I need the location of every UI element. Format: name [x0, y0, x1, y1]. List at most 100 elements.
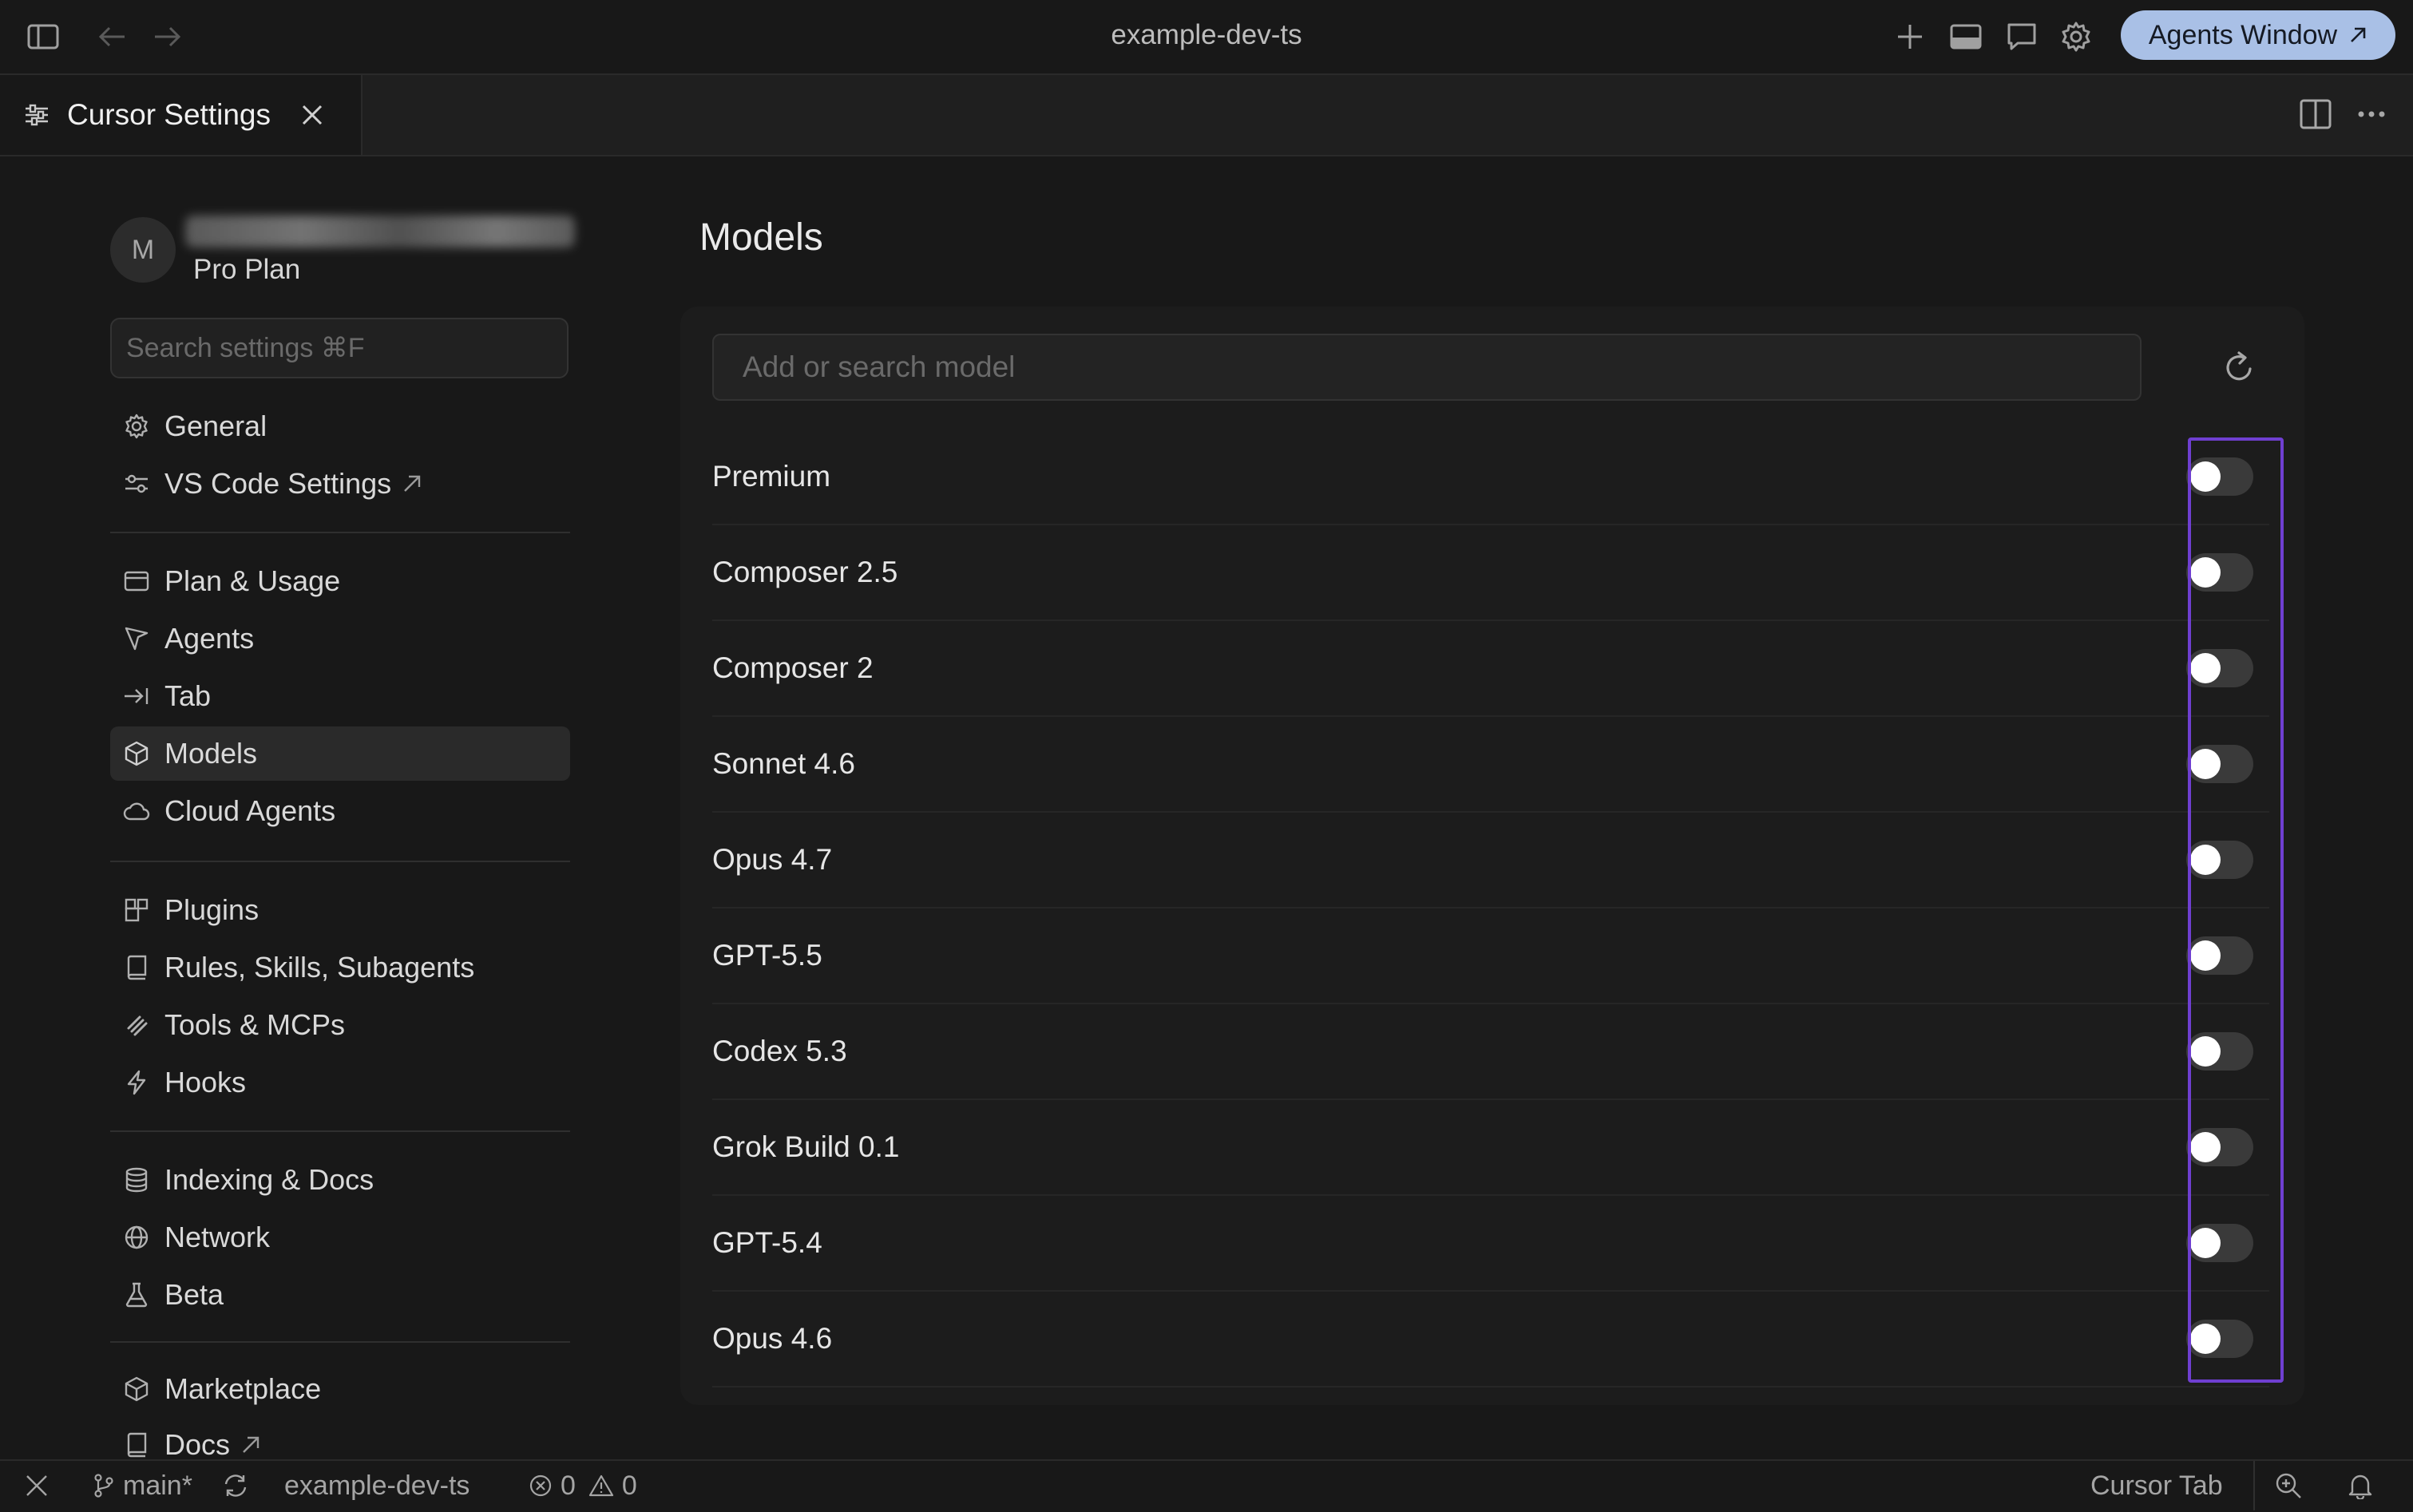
model-name: GPT-5.5	[712, 939, 822, 972]
nav-label-cloud-agents: Cloud Agents	[164, 794, 336, 827]
nav-item-agents[interactable]: Agents	[110, 612, 570, 666]
agents-window-button[interactable]: Agents Window	[2121, 10, 2395, 60]
nav-item-tools-mcps[interactable]: Tools & MCPs	[110, 998, 570, 1052]
tab-label: Cursor Settings	[67, 98, 271, 131]
model-name: Opus 4.7	[712, 843, 833, 876]
external-link-icon	[241, 1435, 260, 1455]
nav-label-tools: Tools & MCPs	[164, 1008, 346, 1041]
model-name: Premium	[712, 460, 831, 493]
sync-icon[interactable]	[222, 1461, 249, 1510]
editor-tab-bar: Cursor Settings	[0, 75, 2413, 156]
external-arrow-icon	[2348, 26, 2367, 45]
nav-item-beta[interactable]: Beta	[110, 1268, 570, 1322]
problems-indicator[interactable]: 0 0	[529, 1461, 637, 1510]
tab-cursor-settings[interactable]: Cursor Settings	[0, 75, 363, 155]
project-name[interactable]: example-dev-ts	[284, 1461, 470, 1510]
settings-gear-icon[interactable]	[2058, 19, 2094, 54]
tools-icon	[123, 1011, 150, 1039]
nav-label-docs: Docs	[164, 1428, 231, 1461]
model-search-input[interactable]	[712, 334, 2142, 401]
cloud-icon	[123, 798, 150, 825]
nav-label-marketplace: Marketplace	[164, 1372, 322, 1405]
docs-book-icon	[123, 1431, 150, 1459]
model-row: Opus 4.7	[712, 813, 2269, 908]
model-row: Premium	[712, 429, 2269, 525]
chat-bubble-icon[interactable]	[2004, 19, 2039, 54]
sliders-icon	[24, 103, 50, 127]
page-title: Models	[699, 216, 823, 259]
branch-indicator[interactable]: main*	[93, 1461, 192, 1510]
cube-icon	[123, 740, 150, 767]
git-branch-icon	[93, 1473, 115, 1498]
gear-icon	[123, 413, 150, 440]
nav-item-vscode-settings[interactable]: VS Code Settings	[110, 457, 570, 511]
nav-item-plugins[interactable]: Plugins	[110, 883, 570, 937]
external-link-icon	[402, 474, 422, 493]
nav-label-network: Network	[164, 1221, 271, 1253]
close-icon[interactable]	[301, 104, 323, 126]
model-row: Opus 4.6	[712, 1292, 2269, 1387]
sidebar-divider	[110, 1130, 570, 1132]
forward-arrow-icon[interactable]	[150, 19, 185, 54]
nav-item-models[interactable]: Models	[110, 726, 570, 781]
model-row: Sonnet 4.6	[712, 717, 2269, 813]
nav-label-general: General	[164, 410, 267, 442]
marketplace-icon	[123, 1375, 150, 1403]
nav-item-hooks[interactable]: Hooks	[110, 1055, 570, 1110]
model-name: GPT-5.4	[712, 1226, 822, 1259]
panel-toggle-icon[interactable]	[1948, 19, 1983, 54]
nav-label-rules: Rules, Skills, Subagents	[164, 951, 475, 984]
refresh-icon[interactable]	[2220, 348, 2258, 386]
nav-item-tab[interactable]: Tab	[110, 669, 570, 723]
toggle-column-highlight	[2188, 437, 2284, 1383]
remote-indicator-icon[interactable]	[24, 1461, 50, 1510]
nav-label-plugins: Plugins	[164, 893, 260, 926]
avatar: M	[110, 217, 176, 283]
nav-item-network[interactable]: Network	[110, 1210, 570, 1265]
model-name: Codex 5.3	[712, 1035, 847, 1067]
title-bar: example-dev-ts Agents Window	[0, 0, 2413, 75]
lightning-icon	[123, 1069, 150, 1096]
new-plus-icon[interactable]	[1892, 19, 1928, 54]
notifications-bell-icon[interactable]	[2348, 1461, 2373, 1510]
nav-item-cloud-agents[interactable]: Cloud Agents	[110, 784, 570, 838]
nav-label-hooks: Hooks	[164, 1066, 247, 1098]
model-row: GPT-5.4	[712, 1196, 2269, 1292]
nav-item-marketplace[interactable]: Marketplace	[110, 1362, 570, 1416]
model-name: Composer 2	[712, 651, 874, 684]
zoom-icon[interactable]	[2274, 1461, 2303, 1510]
branch-name: main*	[123, 1470, 192, 1501]
settings-search-input[interactable]	[110, 318, 569, 378]
nav-item-plan-usage[interactable]: Plan & Usage	[110, 554, 570, 608]
warning-count: 0	[621, 1470, 637, 1501]
nav-label-indexing: Indexing & Docs	[164, 1163, 374, 1196]
split-editor-icon[interactable]	[2300, 99, 2332, 129]
agents-icon	[123, 625, 150, 652]
more-actions-icon[interactable]	[2357, 110, 2386, 118]
nav-label-vscode: VS Code Settings	[164, 467, 392, 500]
model-row: Grok Build 0.1	[712, 1100, 2269, 1196]
model-row: Composer 2.5	[712, 525, 2269, 621]
model-name: Grok Build 0.1	[712, 1130, 900, 1163]
nav-label-models: Models	[164, 737, 258, 770]
nav-item-rules[interactable]: Rules, Skills, Subagents	[110, 940, 570, 995]
cursor-tab-status[interactable]: Cursor Tab	[2090, 1461, 2223, 1510]
flask-icon	[123, 1281, 150, 1308]
plugins-icon	[123, 897, 150, 924]
sidebar-divider	[110, 532, 570, 533]
sidebar-divider	[110, 861, 570, 862]
toggle-sidebar-icon[interactable]	[26, 19, 61, 54]
nav-label-plan-usage: Plan & Usage	[164, 564, 341, 597]
back-arrow-icon[interactable]	[94, 19, 129, 54]
warning-triangle-icon	[588, 1474, 614, 1498]
tab-arrow-icon	[123, 683, 150, 710]
nav-item-general[interactable]: General	[110, 399, 570, 453]
nav-item-indexing-docs[interactable]: Indexing & Docs	[110, 1153, 570, 1207]
nav-label-beta: Beta	[164, 1278, 224, 1311]
model-name: Opus 4.6	[712, 1322, 833, 1355]
model-row: GPT-5.5	[712, 908, 2269, 1004]
model-row: Composer 2	[712, 621, 2269, 717]
account-email-redacted	[185, 216, 575, 247]
error-count: 0	[561, 1470, 576, 1501]
status-bar: main* example-dev-ts 0 0 Cursor Tab	[0, 1459, 2413, 1512]
